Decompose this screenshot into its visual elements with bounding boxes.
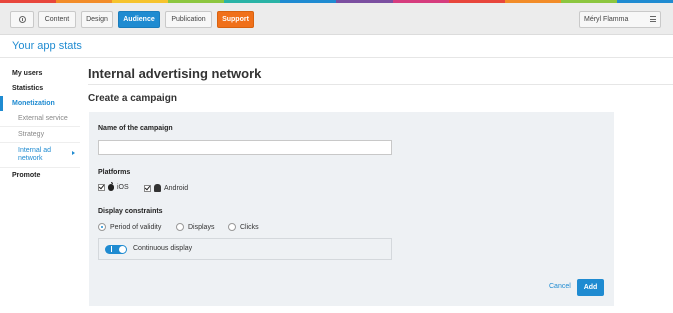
continuous-display-label: Continuous display <box>133 245 193 252</box>
continuous-display-box: Continuous display <box>98 238 392 260</box>
period-radio[interactable] <box>98 223 106 231</box>
android-icon <box>154 184 161 192</box>
platforms-label: Platforms <box>98 169 131 176</box>
toggle-knob <box>119 246 126 253</box>
top-navigation-bar: Content Design Audience Publication Supp… <box>0 3 673 35</box>
sidebar-item-statistics[interactable]: Statistics <box>0 81 82 96</box>
add-button[interactable]: Add <box>577 279 604 296</box>
ios-checkbox[interactable] <box>98 184 105 191</box>
tab-support[interactable]: Support <box>217 11 254 28</box>
constraint-period-option[interactable]: Period of validity <box>98 223 161 231</box>
user-name: Méryl Flamma <box>584 16 629 23</box>
clicks-radio[interactable] <box>228 223 236 231</box>
divider <box>88 84 673 85</box>
app-title: Your app stats <box>12 40 82 52</box>
divider <box>0 57 673 58</box>
displays-radio[interactable] <box>176 223 184 231</box>
constraint-displays-option[interactable]: Displays <box>176 223 214 231</box>
tab-content[interactable]: Content <box>38 11 76 28</box>
continuous-display-toggle[interactable] <box>105 245 127 254</box>
platform-android-option[interactable]: Android <box>144 184 188 192</box>
page-title: Internal advertising network <box>88 66 262 81</box>
android-checkbox[interactable] <box>144 184 151 192</box>
display-constraints-label: Display constraints <box>98 208 163 215</box>
sidebar-item-promote[interactable]: Promote <box>0 168 82 183</box>
constraint-clicks-option[interactable]: Clicks <box>228 223 259 231</box>
sidebar-subitem-external-service[interactable]: External service <box>0 111 80 127</box>
apple-icon <box>108 182 114 191</box>
android-label: Android <box>164 184 189 192</box>
tab-design[interactable]: Design <box>81 11 113 28</box>
sidebar-item-monetization[interactable]: Monetization <box>0 96 82 111</box>
home-icon <box>18 16 26 23</box>
sidebar-item-my-users[interactable]: My users <box>0 66 82 81</box>
tab-audience[interactable]: Audience <box>118 11 160 28</box>
campaign-form-panel: Name of the campaign Platforms iOS Andro… <box>89 112 614 306</box>
clicks-label: Clicks <box>240 223 259 231</box>
sidebar-subitem-label: Internal ad network <box>18 147 52 162</box>
user-menu[interactable]: Méryl Flamma <box>579 11 661 28</box>
displays-label: Displays <box>188 223 215 231</box>
sidebar: My users Statistics Monetization Externa… <box>0 66 82 183</box>
sidebar-subitem-strategy[interactable]: Strategy <box>0 127 80 143</box>
tab-publication[interactable]: Publication <box>165 11 212 28</box>
campaign-name-input[interactable] <box>98 140 392 155</box>
period-label: Period of validity <box>110 223 162 231</box>
toggle-on-mark <box>111 246 112 252</box>
caret-right-icon <box>72 151 75 155</box>
ios-label: iOS <box>117 184 129 191</box>
platform-ios-option[interactable]: iOS <box>98 182 129 191</box>
section-title: Create a campaign <box>88 93 177 104</box>
sidebar-subitem-internal-ad-network[interactable]: Internal ad network <box>0 143 80 168</box>
campaign-name-label: Name of the campaign <box>98 125 173 132</box>
home-button[interactable] <box>10 11 34 28</box>
hamburger-menu-icon <box>650 16 656 22</box>
cancel-button[interactable]: Cancel <box>549 283 571 290</box>
